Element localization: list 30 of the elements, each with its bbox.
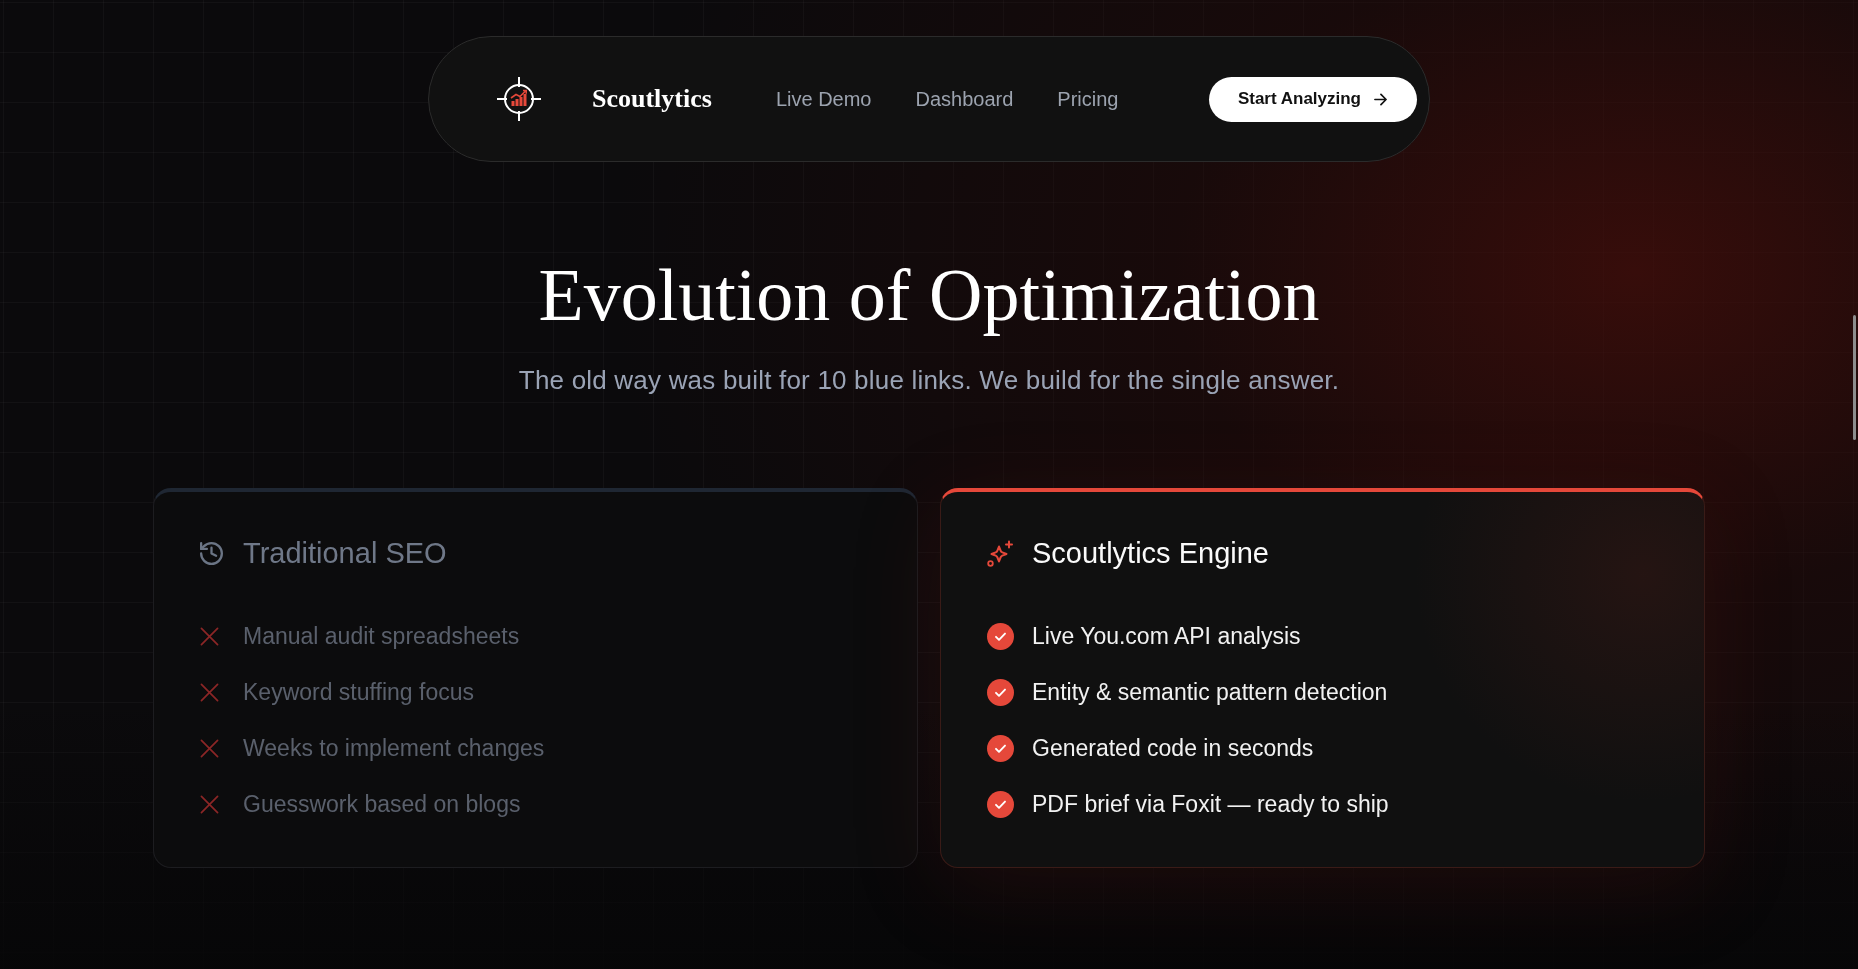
nav-link[interactable]: Dashboard — [915, 87, 1014, 111]
page-subtitle: The old way was built for 10 blue links. We build for the single answer. — [518, 364, 1340, 397]
feature-text: Generated code in seconds — [1032, 734, 1314, 763]
cross-icon — [200, 682, 219, 702]
cross-icon — [200, 794, 219, 814]
feature-text: Keyword stuffing focus — [243, 678, 474, 707]
feature-text: Guesswork based on blogs — [243, 790, 521, 819]
nav-link[interactable]: Pricing — [1057, 87, 1119, 111]
feature-text: Live You.com API analysis — [1032, 622, 1301, 651]
cta-button[interactable]: Start Analyzing — [1208, 76, 1417, 122]
history-icon — [200, 541, 223, 565]
feature-text: Weeks to implement changes — [243, 734, 545, 763]
cross-icon — [200, 626, 219, 646]
nav-link[interactable]: Live Demo — [775, 87, 872, 111]
card-title: Scoutlytics Engine — [1032, 536, 1269, 570]
check-circle-icon — [987, 678, 1014, 706]
feature-text: Manual audit spreadsheets — [243, 622, 520, 651]
feature-text: PDF brief via Foxit — ready to ship — [1032, 790, 1389, 819]
scrollbar-thumb[interactable] — [1853, 315, 1856, 440]
page-title: Evolution of Optimization — [538, 253, 1320, 338]
check-circle-icon — [987, 734, 1014, 762]
check-circle-icon — [987, 622, 1014, 650]
arrow-right-icon — [1374, 92, 1387, 106]
crosshair-chart-icon — [496, 76, 542, 122]
sparkles-icon — [987, 539, 1014, 567]
brand-name: Scoutlytics — [592, 84, 712, 114]
check-circle-icon — [987, 790, 1014, 818]
cross-icon — [200, 738, 219, 758]
card-title: Traditional SEO — [243, 536, 447, 570]
feature-text: Entity & semantic pattern detection — [1032, 678, 1388, 707]
